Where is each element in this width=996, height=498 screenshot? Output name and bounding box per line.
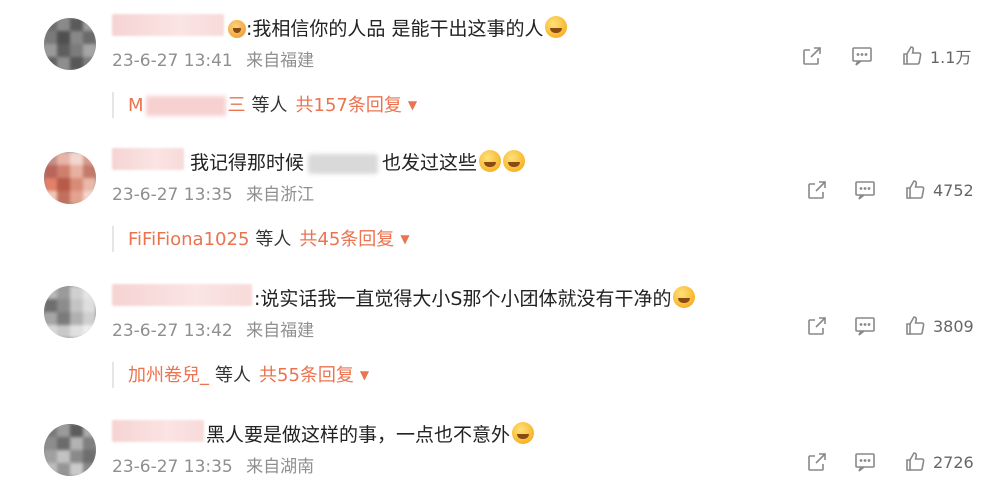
comment-meta: 23-6-27 13:35 来自浙江 [112,180,322,205]
comment-actions: 3809 [805,312,995,342]
like-icon [906,180,925,199]
share-button[interactable] [800,42,824,70]
username-blurred[interactable] [112,420,204,442]
comment-actions: 2726 [805,448,995,478]
chevron-down-icon[interactable]: ▼ [400,232,409,246]
like-count: 3809 [933,316,974,336]
comment-item: 我记得那时候 也发过这些 23-6-27 13:35 来自浙江 4752 FiFi… [0,146,996,256]
comment-meta: 23-6-27 13:35 来自湖南 [112,452,322,477]
comment-icon [855,453,875,472]
chevron-down-icon[interactable]: ▼ [360,368,369,382]
comment-button[interactable] [853,176,877,204]
timestamp: 23-6-27 13:41 [112,51,233,71]
like-button[interactable]: 1.1万 [900,42,971,70]
like-count: 4752 [933,180,974,200]
comment-button[interactable] [853,448,877,476]
comment-button[interactable] [850,42,874,70]
share-icon [808,453,826,471]
comment-item: :说实话我一直觉得大小S那个小团体就没有干净的 23-6-27 13:42 来自… [0,282,996,392]
reply-user-names[interactable]: M三 [128,95,246,116]
emoji-icon [673,286,696,308]
location: 来自福建 [246,51,315,71]
username-blurred[interactable] [112,148,184,170]
reply-etc-label: 等人 [251,95,288,116]
reply-summary[interactable]: 加州卷兒_ 等人 共55条回复 ▼ [112,362,369,388]
like-icon [906,316,925,335]
username-blurred[interactable] [112,14,224,36]
like-button[interactable]: 3809 [903,312,974,340]
emoji-icon [512,422,535,444]
comment-item: :我相信你的人品 是能干出这事的人 23-6-27 13:41 来自福建 1.1… [0,12,996,122]
emoji-icon [503,150,526,172]
like-count: 2726 [933,452,974,472]
timestamp: 23-6-27 13:42 [112,321,233,341]
like-count: 1.1万 [930,48,972,67]
comment-button[interactable] [853,312,877,340]
location: 来自福建 [246,321,315,341]
avatar[interactable] [44,152,96,204]
redacted-text [308,153,379,174]
avatar[interactable] [44,424,96,476]
reply-count-link[interactable]: 共157条回复 [296,95,402,116]
reply-user-names[interactable]: FiFiFiona1025 [128,229,249,250]
emoji-icon [545,16,568,38]
like-button[interactable]: 4752 [903,176,974,204]
avatar[interactable] [44,286,96,338]
like-button[interactable]: 2726 [903,448,974,476]
share-button[interactable] [805,176,829,204]
comment-text: 黑人要是做这样的事，一点也不意外 [206,422,535,447]
comment-actions: 1.1万 [800,42,990,72]
emoji-icon [479,150,502,172]
comment-text: 我记得那时候 也发过这些 [190,150,526,175]
share-button[interactable] [805,312,829,340]
comment-icon [855,317,875,336]
chevron-down-icon[interactable]: ▼ [408,98,417,112]
share-icon [803,47,821,65]
comment-meta: 23-6-27 13:42 来自福建 [112,316,322,341]
reply-summary[interactable]: FiFiFiona1025 等人 共45条回复 ▼ [112,226,410,252]
timestamp: 23-6-27 13:35 [112,185,233,205]
avatar[interactable] [44,18,96,70]
reply-etc-label: 等人 [255,229,292,250]
comment-icon [855,181,875,200]
comment-actions: 4752 [805,176,995,206]
comment-text: :我相信你的人品 是能干出这事的人 [226,16,568,41]
emoji-icon [228,20,246,38]
share-icon [808,181,826,199]
comment-icon [852,47,872,66]
location: 来自浙江 [246,185,315,205]
reply-summary[interactable]: M 三等人 共157条回复 ▼ [112,92,417,118]
reply-count-link[interactable]: 共45条回复 [299,229,394,250]
like-icon [903,46,922,65]
reply-user-names[interactable]: 加州卷兒_ [128,365,209,386]
like-icon [906,452,925,471]
share-button[interactable] [805,448,829,476]
comment-meta: 23-6-27 13:41 来自福建 [112,46,322,71]
location: 来自湖南 [246,457,315,477]
comment-text: :说实话我一直觉得大小S那个小团体就没有干净的 [254,286,696,311]
username-blurred [145,96,226,116]
timestamp: 23-6-27 13:35 [112,457,233,477]
share-icon [808,317,826,335]
comment-item: 黑人要是做这样的事，一点也不意外 23-6-27 13:35 来自湖南 2726 [0,418,996,498]
username-blurred[interactable] [112,284,252,306]
reply-count-link[interactable]: 共55条回复 [259,365,354,386]
reply-etc-label: 等人 [215,365,251,386]
